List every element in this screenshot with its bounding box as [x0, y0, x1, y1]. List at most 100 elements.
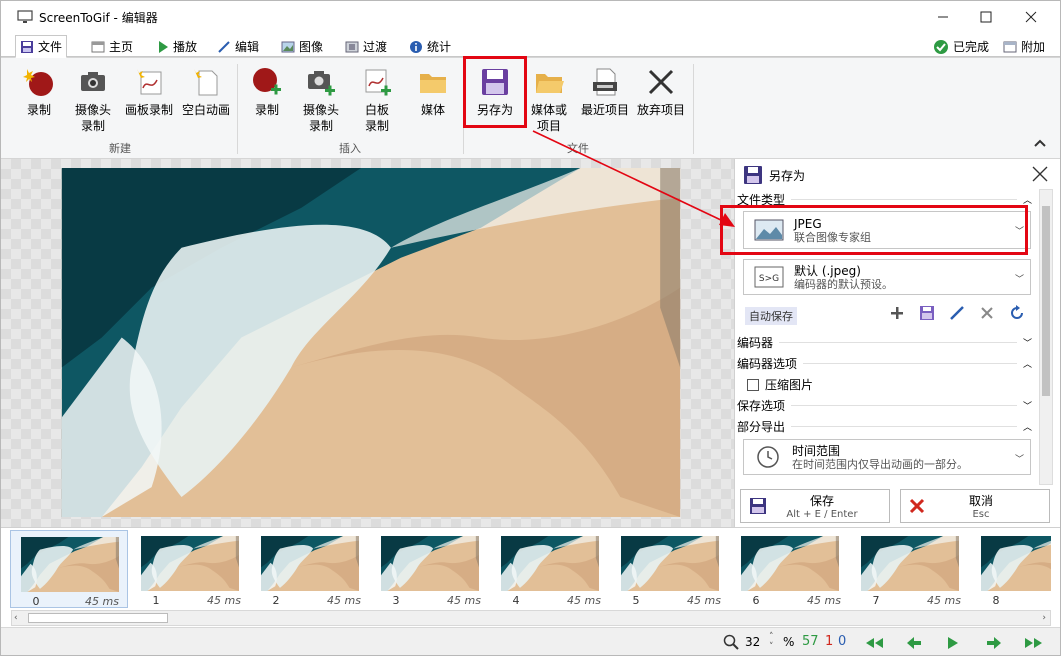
zoom-stepper[interactable]: ˄ ˅ [769, 632, 774, 652]
zoom-value[interactable]: 32 [745, 635, 760, 649]
frame-thumbnail [741, 536, 839, 591]
chevron-down-icon: ﹀ [1022, 338, 1032, 349]
discard-x-icon [648, 69, 674, 95]
record-add-icon [253, 68, 281, 95]
new-blank-animation-button[interactable]: 空白动画 [179, 66, 233, 118]
play-animation-icon[interactable] [946, 635, 960, 651]
close-panel-button[interactable] [1031, 165, 1049, 183]
svg-text:S>G: S>G [759, 274, 779, 284]
window-title: ScreenToGif - 编辑器 [39, 11, 158, 25]
app-icon [17, 9, 33, 25]
encoder-preset-select[interactable]: S>G 默认 (.jpeg) 编码器的默认预设。 ﹀ [743, 259, 1031, 295]
discard-project-button[interactable]: 放弃项目 [635, 66, 687, 118]
tab-play[interactable]: 播放 [153, 35, 201, 58]
edit-preset-icon[interactable] [949, 305, 965, 321]
zoom-icon[interactable] [723, 634, 739, 650]
tab-image[interactable]: 图像 [277, 35, 327, 58]
scrollbar-thumb[interactable] [1042, 206, 1050, 396]
tab-home[interactable]: 主页 [87, 35, 137, 58]
frame-preview-image [61, 168, 681, 517]
frame-thumbnail [621, 536, 719, 591]
frame-thumbnail [21, 537, 119, 592]
save-options-section[interactable]: 保存选项 ﹀ [737, 397, 1032, 413]
frame-item[interactable]: 6 45 ms [731, 530, 849, 608]
tab-edit[interactable]: 编辑 [213, 35, 263, 58]
save-preset-icon[interactable] [919, 305, 935, 321]
encoder-options-section[interactable]: 编码器选项 ︿ [737, 355, 1032, 371]
add-preset-icon[interactable] [889, 305, 905, 321]
autosave-badge[interactable]: 自动保存 [745, 307, 797, 325]
open-media-project-button[interactable]: 媒体或 项目 [527, 66, 571, 134]
panel-scrollbar[interactable] [1039, 189, 1053, 485]
record-icon [23, 69, 53, 96]
reset-preset-icon[interactable] [1009, 305, 1025, 321]
check-circle-icon [934, 39, 948, 54]
minimize-button[interactable] [933, 7, 953, 27]
recent-document-icon [593, 68, 617, 96]
insert-record-button[interactable]: 录制 [251, 66, 283, 118]
ribbon: 录制 摄像头 录制 画板录制 空白动画 新建 录制 摄像头 录制 白板 录制 媒… [1, 56, 1060, 159]
encoder-section[interactable]: 编码器 ﹀ [737, 334, 1032, 350]
floppy-icon [21, 40, 33, 53]
last-frame-icon[interactable] [1023, 635, 1045, 651]
chevron-up-icon: ︿ [1022, 422, 1032, 433]
new-board-button[interactable]: 画板录制 [121, 66, 177, 118]
collapse-ribbon-icon[interactable] [1033, 138, 1047, 148]
frame-item[interactable]: 1 45 ms [131, 530, 249, 608]
recent-projects-button[interactable]: 最近项目 [579, 66, 631, 118]
tab-file[interactable]: 文件 [15, 35, 68, 58]
frame-current-index: 0 [838, 634, 847, 649]
scrollbar-thumb[interactable] [28, 613, 168, 623]
frame-item[interactable]: 0 45 ms [10, 530, 128, 608]
new-webcam-button[interactable]: 摄像头 录制 [71, 66, 115, 134]
group-label-insert: 插入 [339, 142, 361, 155]
window-icon [1003, 41, 1017, 52]
new-record-button[interactable]: 录制 [19, 66, 59, 118]
frame-item[interactable]: 5 45 ms [611, 530, 729, 608]
frame-item[interactable]: 8 [971, 530, 1051, 608]
chevron-down-icon: ﹀ [1014, 275, 1024, 285]
editor-window: ScreenToGif - 编辑器 文件 主页 播放 编辑 图像 过渡 统计 已… [0, 0, 1061, 656]
previous-frame-icon[interactable] [905, 635, 923, 651]
save-icon [744, 166, 762, 184]
insert-webcam-button[interactable]: 摄像头 录制 [299, 66, 343, 134]
cancel-button[interactable]: 取消 Esc [900, 489, 1050, 523]
partial-export-mode-select[interactable]: 时间范围 在时间范围内仅导出动画的一部分。 ﹀ [743, 439, 1031, 475]
pencil-icon [218, 40, 230, 53]
preset-icon: S>G [754, 266, 784, 288]
maximize-button[interactable] [976, 7, 996, 27]
compress-checkbox[interactable]: 压缩图片 [747, 376, 813, 393]
delete-preset-icon[interactable] [979, 305, 995, 321]
panel-header: 另存为 [743, 165, 805, 185]
camera-icon [81, 72, 105, 91]
zoom-unit: % [783, 635, 795, 649]
tab-statistics[interactable]: 统计 [405, 35, 455, 58]
frame-item[interactable]: 2 45 ms [251, 530, 369, 608]
scroll-left-icon[interactable]: ‹ [14, 613, 18, 623]
scroll-right-icon[interactable]: › [1042, 613, 1046, 623]
insert-media-button[interactable]: 媒体 [415, 66, 451, 118]
frame-thumbnail [261, 536, 359, 591]
partial-export-section[interactable]: 部分导出 ︿ [737, 418, 1032, 434]
chevron-up-icon: ︿ [1022, 195, 1032, 206]
group-label-new: 新建 [109, 142, 131, 155]
extras-button[interactable]: 附加 [999, 35, 1049, 58]
save-as-panel: 另存为 文件类型 ︿ JPEG 联合图像专家组 ﹀ S>G 默认 (.jpeg) 编… [720, 159, 1060, 527]
frame-strip-scrollbar[interactable]: ‹ › [11, 610, 1051, 626]
frame-item[interactable]: 7 45 ms [851, 530, 969, 608]
frame-item[interactable]: 4 45 ms [491, 530, 609, 608]
insert-board-button[interactable]: 白板 录制 [359, 66, 395, 134]
first-frame-icon[interactable] [863, 635, 885, 651]
frame-thumbnail [861, 536, 959, 591]
ribbon-tabs: 文件 主页 播放 编辑 图像 过渡 统计 已完成 附加 [1, 33, 1060, 58]
clock-icon [757, 446, 779, 468]
done-indicator[interactable]: 已完成 [929, 35, 993, 58]
cancel-x-icon [909, 498, 925, 514]
tab-transition[interactable]: 过渡 [341, 35, 391, 58]
close-window-button[interactable] [1021, 7, 1041, 27]
save-button[interactable]: 保存 Alt + E / Enter [740, 489, 890, 523]
frame-selected-count: 1 [825, 634, 834, 649]
checkbox-box[interactable] [747, 378, 759, 391]
next-frame-icon[interactable] [985, 635, 1003, 651]
frame-item[interactable]: 3 45 ms [371, 530, 489, 608]
